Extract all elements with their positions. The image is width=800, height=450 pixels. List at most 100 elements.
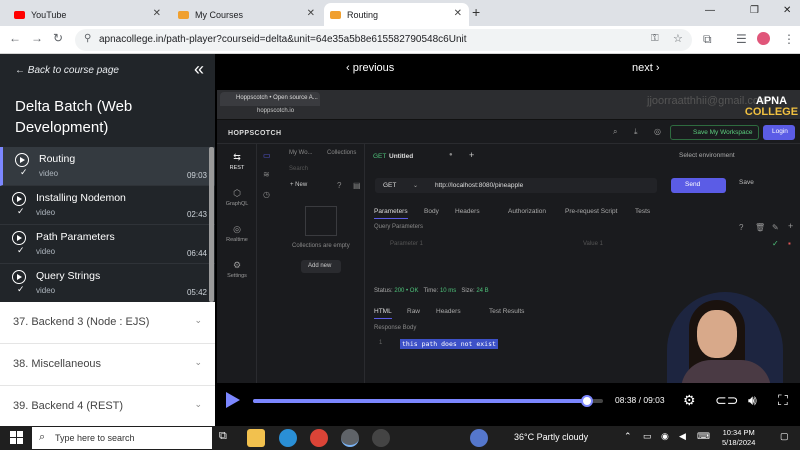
back-arrow-icon[interactable]: ←	[9, 31, 21, 45]
add-param-icon: +	[788, 221, 794, 231]
reload-icon[interactable]: ↻	[53, 31, 63, 45]
section-item[interactable]: 37. Backend 3 (Node : EJS) ⌄	[0, 302, 215, 344]
lesson-type: video	[36, 208, 56, 217]
lesson-title: Path Parameters	[36, 231, 115, 243]
media-player-icon[interactable]	[372, 429, 390, 447]
media-icon[interactable]: ☰	[736, 32, 747, 46]
lesson-item[interactable]: ✓ Routing video 09:03	[0, 147, 215, 186]
play-circle-icon	[12, 192, 26, 206]
section-item[interactable]: 38. Miscellaneous ⌄	[0, 344, 215, 386]
chevron-down-icon: ⌄	[413, 183, 419, 189]
nav-label: Realtime	[226, 237, 248, 243]
lesson-duration: 06:44	[186, 249, 207, 258]
file-explorer-icon[interactable]	[247, 429, 265, 447]
unsaved-dot-icon: ●	[449, 152, 453, 158]
help-icon: ?	[739, 223, 744, 232]
lesson-item[interactable]: ✓ Path Parameters video 06:44	[0, 225, 215, 264]
edit-icon: ✎	[772, 223, 779, 232]
help-app-icon[interactable]	[470, 429, 488, 447]
request-tab-title: Untitled	[389, 153, 414, 160]
play-icon[interactable]	[226, 392, 240, 408]
seek-handle[interactable]	[580, 395, 593, 407]
volume-icon[interactable]: 🔊︎	[748, 392, 757, 409]
weather-widget[interactable]: 36°C Partly cloudy	[514, 432, 588, 442]
chrome-profile-icon[interactable]	[341, 429, 359, 447]
window-close-icon[interactable]: ✕	[783, 5, 791, 16]
collections-search: Search	[289, 166, 309, 172]
site-info-icon[interactable]: ⚲	[84, 33, 91, 44]
settings-gear-icon[interactable]: ⚙	[683, 392, 696, 409]
network-icon[interactable]: ◉	[661, 431, 669, 442]
seek-bar[interactable]	[253, 395, 603, 407]
chrome-icon[interactable]	[310, 429, 328, 447]
section-list: 37. Backend 3 (Node : EJS) ⌄ 38. Miscell…	[0, 302, 215, 426]
clock-time: 10:34 PM	[722, 428, 755, 437]
subtab-tests: Tests	[635, 208, 651, 215]
browser-tab-my-courses[interactable]: My Courses ✕	[172, 3, 322, 26]
folder-icon: ▭	[263, 151, 271, 160]
restore-icon[interactable]: ❐	[750, 5, 759, 16]
extensions-icon[interactable]: ⧉	[703, 32, 712, 47]
video-nav-bar	[215, 54, 800, 82]
taskbar-clock[interactable]: 10:34 PM 5/18/2024	[722, 428, 755, 448]
course-sidebar: ← Back to course page « Delta Batch (Web…	[0, 54, 215, 426]
collections-panel: ▭ ≋ ◷ My Wo... Collections Search + New …	[257, 144, 365, 383]
tab-label: My Courses	[195, 9, 244, 20]
forward-arrow-icon[interactable]: →	[31, 31, 43, 45]
browser-tab-routing[interactable]: Routing ✕	[324, 3, 469, 26]
lesson-type: video	[36, 286, 56, 295]
section-title: 37. Backend 3 (Node : EJS)	[13, 316, 150, 328]
rest-icon: ⇆	[233, 152, 241, 162]
response-tab-headers: Headers	[436, 308, 461, 315]
task-view-icon[interactable]: ⧉	[219, 430, 227, 443]
section-item[interactable]: 39. Backend 4 (REST) ⌄	[0, 386, 215, 426]
menu-dots-icon[interactable]: ⋮	[783, 32, 795, 46]
empty-box-illustration	[305, 206, 337, 236]
lesson-duration: 05:42	[186, 288, 207, 297]
browser-tab-youtube[interactable]: YouTube ✕	[8, 3, 168, 26]
taskbar-search[interactable]: ⌕ Type here to search	[32, 427, 212, 449]
play-circle-icon	[12, 270, 26, 284]
toggle-icon[interactable]: ⊂⊃	[715, 392, 738, 409]
language-icon[interactable]: ⌨	[697, 431, 710, 442]
tray-chevron-icon[interactable]: ⌃	[624, 431, 632, 442]
subtab-parameters: Parameters	[374, 208, 408, 219]
previous-button[interactable]: ‹ previous	[346, 62, 394, 74]
lesson-item[interactable]: ✓ Installing Nodemon video 02:43	[0, 186, 215, 225]
star-icon[interactable]: ☆	[673, 32, 683, 45]
fullscreen-icon[interactable]: ⛶	[778, 392, 788, 409]
windows-start-icon[interactable]	[10, 431, 24, 445]
back-to-course-link[interactable]: ← Back to course page	[15, 65, 119, 76]
close-icon[interactable]: ✕	[307, 8, 315, 19]
key-icon[interactable]: ⚿	[651, 33, 659, 44]
collapse-sidebar-icon[interactable]: «	[194, 59, 204, 80]
profile-avatar[interactable]	[757, 32, 770, 45]
tab-label: Routing	[347, 9, 379, 20]
settings-icon: ⚙	[232, 260, 242, 270]
hoppscotch-nav: ⇆ REST ⬡ GraphQL ◎ Realtime ⚙ Settings	[217, 144, 257, 383]
edge-icon[interactable]	[279, 429, 297, 447]
address-bar[interactable]: ⚲ apnacollege.in/path-player?courseid=de…	[75, 29, 692, 51]
add-new-button: Add new	[301, 260, 341, 273]
notifications-icon[interactable]: ▢	[780, 431, 789, 442]
app-name: HOPPSCOTCH	[228, 130, 282, 137]
recorded-address-bar: hoppscotch.io	[217, 106, 800, 120]
minimize-icon[interactable]: —	[705, 5, 715, 16]
next-button[interactable]: next ›	[632, 62, 660, 74]
new-tab-icon[interactable]: +	[472, 4, 480, 20]
presenter-face	[697, 310, 737, 358]
close-icon[interactable]: ✕	[454, 8, 462, 19]
nav-settings: ⚙ Settings	[217, 260, 257, 279]
battery-icon[interactable]: ▭	[643, 431, 652, 442]
request-url-bar: GET ⌄ http://localhost:8080/pineapple	[375, 178, 657, 193]
sidebar-scrollbar[interactable]	[209, 147, 214, 302]
history-icon: ◷	[263, 190, 270, 199]
close-icon[interactable]: ✕	[153, 8, 161, 19]
response-body-text: this path does not exist	[400, 339, 498, 349]
method-select: GET	[383, 182, 397, 189]
delete-param-icon: ▪	[788, 239, 791, 248]
play-circle-icon	[12, 231, 26, 245]
size-value: 24 B	[476, 288, 489, 294]
speaker-icon[interactable]: ◀	[679, 431, 686, 442]
lesson-item[interactable]: ✓ Query Strings video 05:42	[0, 264, 215, 303]
